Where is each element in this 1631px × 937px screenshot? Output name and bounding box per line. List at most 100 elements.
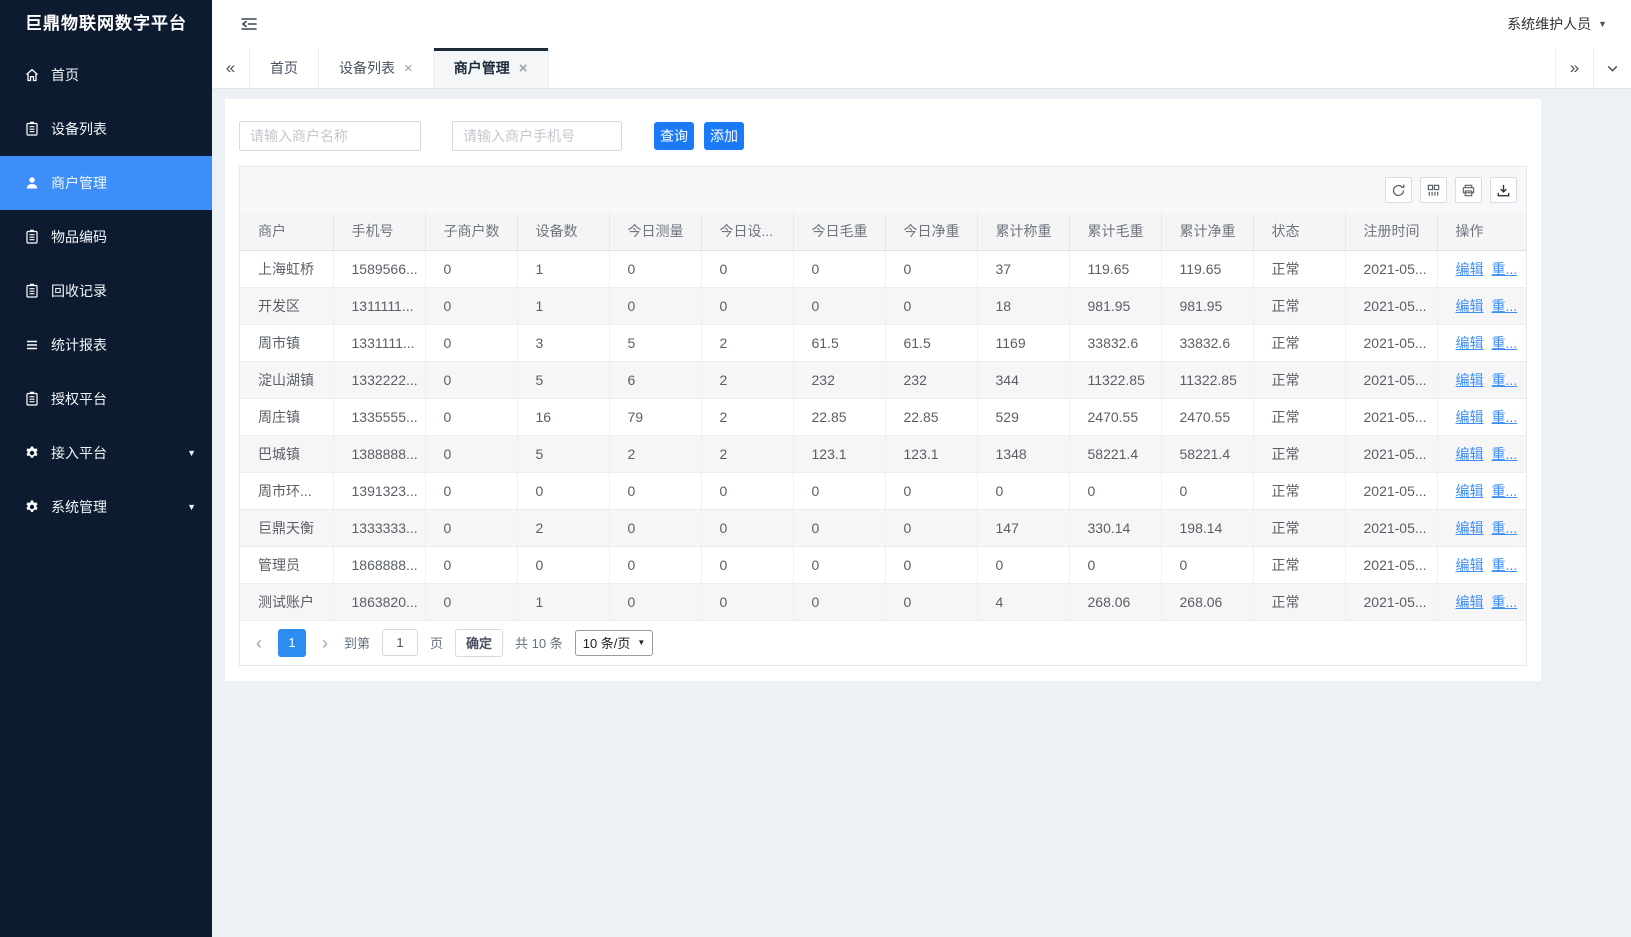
column-header[interactable]: 状态 <box>1253 213 1345 250</box>
table-cell: 2021-05... <box>1345 287 1437 324</box>
edit-link[interactable]: 编辑 <box>1456 261 1484 277</box>
tabs-scroll-right-icon[interactable]: » <box>1555 48 1593 88</box>
table-cell: 2 <box>609 435 701 472</box>
column-header[interactable]: 手机号 <box>333 213 425 250</box>
edit-link[interactable]: 编辑 <box>1456 372 1484 388</box>
actions-cell: 编辑重... <box>1437 287 1526 324</box>
table-cell: 巴城镇 <box>240 435 333 472</box>
column-header[interactable]: 商户 <box>240 213 333 250</box>
sidebar-item-merchant-management[interactable]: 商户管理 <box>0 156 212 210</box>
sidebar-item-statistics-report[interactable]: 统计报表 <box>0 318 212 372</box>
cell-value: 0 <box>444 483 452 499</box>
close-icon[interactable]: × <box>404 61 413 76</box>
tabs-menu-icon[interactable] <box>1593 48 1631 88</box>
edit-link[interactable]: 编辑 <box>1456 335 1484 351</box>
close-icon[interactable]: × <box>519 61 528 76</box>
tab-device-list[interactable]: 设备列表× <box>319 48 434 88</box>
tab-merchant-management[interactable]: 商户管理× <box>434 48 549 88</box>
column-header[interactable]: 设备数 <box>517 213 609 250</box>
reset-link[interactable]: 重... <box>1492 557 1518 573</box>
prev-page-icon[interactable]: ‹ <box>252 634 266 652</box>
table-cell: 正常 <box>1253 435 1345 472</box>
table-cell: 0 <box>425 398 517 435</box>
table-cell: 1169 <box>977 324 1069 361</box>
cell-value: 3 <box>536 335 544 351</box>
table-body: 上海虹桥1589566...01000037119.65119.65正常2021… <box>240 250 1526 620</box>
cell-value: 198.14 <box>1180 520 1223 536</box>
reset-link[interactable]: 重... <box>1492 298 1518 314</box>
column-header[interactable]: 今日设... <box>701 213 793 250</box>
reset-link[interactable]: 重... <box>1492 446 1518 462</box>
sidebar-item-recycle-records[interactable]: 回收记录 <box>0 264 212 318</box>
column-header[interactable]: 操作 <box>1437 213 1526 250</box>
cell-value: 33832.6 <box>1180 335 1231 351</box>
column-header[interactable]: 子商户数 <box>425 213 517 250</box>
edit-link[interactable]: 编辑 <box>1456 298 1484 314</box>
cell-value: 0 <box>444 557 452 573</box>
table-cell: 0 <box>793 509 885 546</box>
reset-link[interactable]: 重... <box>1492 594 1518 610</box>
tab-home[interactable]: 首页 <box>250 48 319 88</box>
page-number-button[interactable]: 1 <box>278 629 306 657</box>
column-header[interactable]: 累计毛重 <box>1069 213 1161 250</box>
reset-link[interactable]: 重... <box>1492 372 1518 388</box>
reset-link[interactable]: 重... <box>1492 520 1518 536</box>
table-cell: 981.95 <box>1161 287 1253 324</box>
export-icon[interactable] <box>1490 177 1517 203</box>
cell-value: 268.06 <box>1088 594 1131 610</box>
sidebar-item-system-management[interactable]: 系统管理▼ <box>0 480 212 534</box>
column-header[interactable]: 累计称重 <box>977 213 1069 250</box>
reset-link[interactable]: 重... <box>1492 261 1518 277</box>
table-cell: 1335555... <box>333 398 425 435</box>
table-cell: 981.95 <box>1069 287 1161 324</box>
user-menu[interactable]: 系统维护人员 ▼ <box>1507 14 1607 34</box>
reset-link[interactable]: 重... <box>1492 409 1518 425</box>
goto-page-input[interactable] <box>382 629 418 656</box>
edit-link[interactable]: 编辑 <box>1456 557 1484 573</box>
print-icon[interactable] <box>1455 177 1482 203</box>
sidebar-item-home[interactable]: 首页 <box>0 48 212 102</box>
column-header[interactable]: 注册时间 <box>1345 213 1437 250</box>
confirm-page-button[interactable]: 确定 <box>455 629 503 657</box>
column-header[interactable]: 今日毛重 <box>793 213 885 250</box>
cell-value: 0 <box>720 483 728 499</box>
table-cell: 0 <box>425 546 517 583</box>
edit-link[interactable]: 编辑 <box>1456 409 1484 425</box>
column-header[interactable]: 累计净重 <box>1161 213 1253 250</box>
table-cell: 2 <box>701 361 793 398</box>
cell-value: 0 <box>904 298 912 314</box>
edit-link[interactable]: 编辑 <box>1456 520 1484 536</box>
merchant-phone-input[interactable] <box>452 121 622 151</box>
edit-link[interactable]: 编辑 <box>1456 594 1484 610</box>
table-cell: 2 <box>701 435 793 472</box>
cell-value: 58221.4 <box>1088 446 1139 462</box>
table-cell: 2021-05... <box>1345 250 1437 287</box>
cell-value: 11322.85 <box>1088 372 1145 388</box>
columns-icon[interactable] <box>1420 177 1447 203</box>
column-header[interactable]: 今日测量 <box>609 213 701 250</box>
sidebar-item-device-list[interactable]: 设备列表 <box>0 102 212 156</box>
edit-link[interactable]: 编辑 <box>1456 483 1484 499</box>
sidebar-item-access-platform[interactable]: 接入平台▼ <box>0 426 212 480</box>
next-page-icon[interactable]: › <box>318 634 332 652</box>
actions-cell: 编辑重... <box>1437 472 1526 509</box>
cell-value: 0 <box>720 594 728 610</box>
cell-value: 1388888... <box>352 446 418 462</box>
reset-link[interactable]: 重... <box>1492 335 1518 351</box>
clipboard-icon <box>24 121 40 137</box>
merchant-name-input[interactable] <box>239 121 421 151</box>
query-button[interactable]: 查询 <box>654 122 694 150</box>
column-header[interactable]: 今日净重 <box>885 213 977 250</box>
menu-fold-icon[interactable] <box>240 16 258 32</box>
refresh-icon[interactable] <box>1385 177 1412 203</box>
sidebar-item-authorization-platform[interactable]: 授权平台 <box>0 372 212 426</box>
table-cell: 1589566... <box>333 250 425 287</box>
table-cell: 18 <box>977 287 1069 324</box>
cell-value: 0 <box>812 594 820 610</box>
page-size-select[interactable]: 10 条/页 ▼ <box>575 630 654 656</box>
reset-link[interactable]: 重... <box>1492 483 1518 499</box>
edit-link[interactable]: 编辑 <box>1456 446 1484 462</box>
sidebar-item-item-code[interactable]: 物品编码 <box>0 210 212 264</box>
add-button[interactable]: 添加 <box>704 122 744 150</box>
tabs-scroll-left-icon[interactable]: « <box>212 48 250 88</box>
